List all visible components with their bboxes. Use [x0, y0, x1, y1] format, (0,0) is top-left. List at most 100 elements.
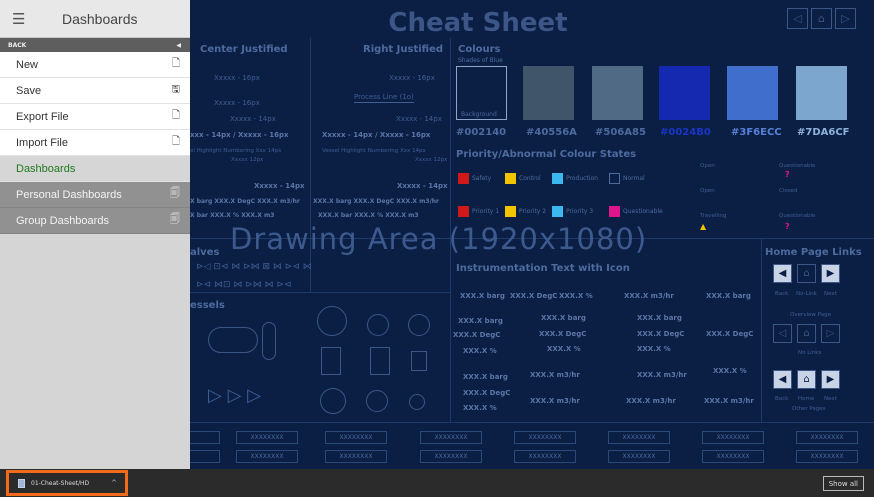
- state-label: Closed: [779, 188, 798, 194]
- hamburger-menu-icon[interactable]: ☰: [12, 10, 42, 28]
- fan-icon: [320, 388, 346, 414]
- import-file-icon: 🗋: [171, 136, 180, 147]
- grid-cell: XXXXXXXX: [514, 431, 576, 444]
- hex-label: #7DA6CF: [797, 127, 850, 138]
- hex-label: #002140: [456, 127, 507, 138]
- instr-value: XXX.X barg: [460, 292, 505, 300]
- home-link-label: Home: [798, 396, 815, 402]
- nav-home-icon[interactable]: ⌂: [811, 8, 832, 29]
- next-arrow-icon: ▷: [821, 324, 840, 343]
- back-arrow-icon[interactable]: ◀: [773, 264, 792, 283]
- menu-item-export-file[interactable]: Export File 🗋: [0, 104, 190, 130]
- fan-icon: [409, 394, 425, 410]
- menu-item-import-file[interactable]: Import File 🗋: [0, 130, 190, 156]
- hex-label: #506A85: [595, 127, 646, 138]
- text-sample: Xxxxx - 16px: [389, 74, 435, 82]
- next-link-label: Next: [824, 396, 837, 402]
- vertical-vessel-icon: [262, 322, 276, 360]
- text-sample: X barg XXX.X DegC XXX.X m3/hr: [190, 198, 300, 205]
- grid-cell: XXXXXXXX: [325, 450, 387, 463]
- home-icon[interactable]: ⌂: [797, 264, 816, 283]
- color-swatch: [592, 66, 643, 120]
- sphere-vessel-icon: [317, 306, 347, 336]
- grid-cell: XXXXXXXX: [796, 450, 858, 463]
- color-swatch: [523, 66, 574, 120]
- grid-cell: XXXXXXXX: [702, 450, 764, 463]
- canvas-nav: ◁ ⌂ ▷: [787, 8, 856, 29]
- back-arrow-icon[interactable]: ◀: [773, 370, 792, 389]
- sidebar-header: ☰ Dashboards: [0, 0, 190, 38]
- next-link-label: Next: [824, 291, 837, 297]
- menu-item-new[interactable]: New 🗋: [0, 52, 190, 78]
- instr-value: XXX.X %: [463, 347, 497, 355]
- menu-item-save[interactable]: Save 🖫: [0, 78, 190, 104]
- grid-cell: [190, 450, 220, 463]
- priority-production: Production: [552, 173, 598, 184]
- chevron-up-icon[interactable]: ^: [111, 479, 117, 487]
- instr-value: XXX.X DegC: [637, 330, 685, 338]
- horizontal-vessel-icon: [208, 327, 258, 353]
- taskbar: 01-Cheat-Sheet/HD ^ Show all: [0, 469, 874, 497]
- nav-next-icon[interactable]: ▷: [835, 8, 856, 29]
- arrow-left-icon: ◀: [176, 41, 181, 49]
- grid-cell: XXXXXXXX: [608, 450, 670, 463]
- dashboard-folder-icon: 🗐: [170, 214, 180, 225]
- menu-item-dashboards[interactable]: Dashboards: [0, 156, 190, 182]
- hex-label: #40556A: [526, 127, 577, 138]
- menu-item-group-dashboards[interactable]: Group Dashboards 🗐: [0, 208, 190, 234]
- valve-symbols-icon: ⊳◁ ⊡⊲ ⋈ ⊳⋈ ⊠ ⋈ ⊳⊲ ⋈: [196, 262, 312, 272]
- canvas-title: Cheat Sheet: [388, 8, 568, 38]
- text-sample: xxx - 14px / Xxxxx - 16px: [190, 131, 289, 139]
- grid-cell: XXXXXXXX: [608, 431, 670, 444]
- state-label: Questionable: [779, 213, 816, 219]
- back-link-label: Back: [775, 396, 789, 402]
- instrumentation-heading: Instrumentation Text with Icon: [456, 263, 630, 274]
- hex-label: #3F6ECC: [731, 127, 782, 138]
- grid-cell: XXXXXXXX: [702, 431, 764, 444]
- back-link-label: Back: [775, 291, 789, 297]
- menu-item-personal-dashboards[interactable]: Personal Dashboards 🗐: [0, 182, 190, 208]
- taskbar-item[interactable]: 01-Cheat-Sheet/HD ^: [6, 470, 128, 496]
- instr-value: XXX.X %: [547, 345, 581, 353]
- warning-triangle-icon: ▲: [700, 222, 707, 231]
- hex-label: #0024B0: [660, 127, 711, 138]
- background-swatch: Background: [456, 66, 507, 120]
- questionable-mark-icon: ?: [785, 222, 790, 231]
- grid-cell: XXXXXXXX: [236, 450, 298, 463]
- divider: [190, 422, 874, 423]
- fan-icon: [366, 390, 388, 412]
- text-sample: XXX.X barg XXX.X DegC XXX.X m3/hr: [313, 198, 439, 205]
- text-sample: Xxxxx 12px: [231, 157, 264, 163]
- instr-value: XXX.X barg: [458, 317, 503, 325]
- color-swatch: [796, 66, 847, 120]
- back-label: BACK: [8, 41, 27, 49]
- color-swatch: [659, 66, 710, 120]
- instr-value: XXX.X %: [713, 367, 747, 375]
- home-icon[interactable]: ⌂: [797, 370, 816, 389]
- process-line-sample: Process Line (1o): [354, 93, 414, 103]
- grid-cell: XXXXXXXX: [514, 450, 576, 463]
- color-swatch: [727, 66, 778, 120]
- colours-heading: Colours: [458, 44, 501, 55]
- text-sample: el Highlight Numbering Xxx 14px: [190, 148, 282, 154]
- text-sample: Xxxxx - 14px: [396, 115, 442, 123]
- next-arrow-icon[interactable]: ▶: [821, 264, 840, 283]
- text-sample: Xxxxx - 14px: [397, 182, 448, 190]
- back-button[interactable]: BACK ◀: [0, 38, 190, 52]
- tank-icon: [321, 347, 341, 375]
- instr-value: XXX.X m3/hr: [530, 397, 580, 405]
- instr-value: XXX.X m3/hr: [704, 397, 754, 405]
- save-icon: 🖫: [171, 84, 180, 95]
- nav-back-icon[interactable]: ◁: [787, 8, 808, 29]
- dashboard-canvas: Cheat Sheet ◁ ⌂ ▷ Center Justified Right…: [190, 0, 874, 469]
- show-all-button[interactable]: Show all: [822, 476, 864, 491]
- instr-value: XXX.X %: [559, 292, 593, 300]
- drawing-area-label: Drawing Area (1920x1080): [230, 222, 648, 256]
- overview-page-label: Overview Page: [790, 312, 831, 318]
- tank-icon: [411, 351, 427, 371]
- state-label: Open: [700, 188, 715, 194]
- state-label: Travelling: [700, 213, 727, 219]
- instr-value: XXX.X %: [463, 404, 497, 412]
- next-arrow-icon[interactable]: ▶: [821, 370, 840, 389]
- no-link-label: No-Link: [796, 291, 817, 297]
